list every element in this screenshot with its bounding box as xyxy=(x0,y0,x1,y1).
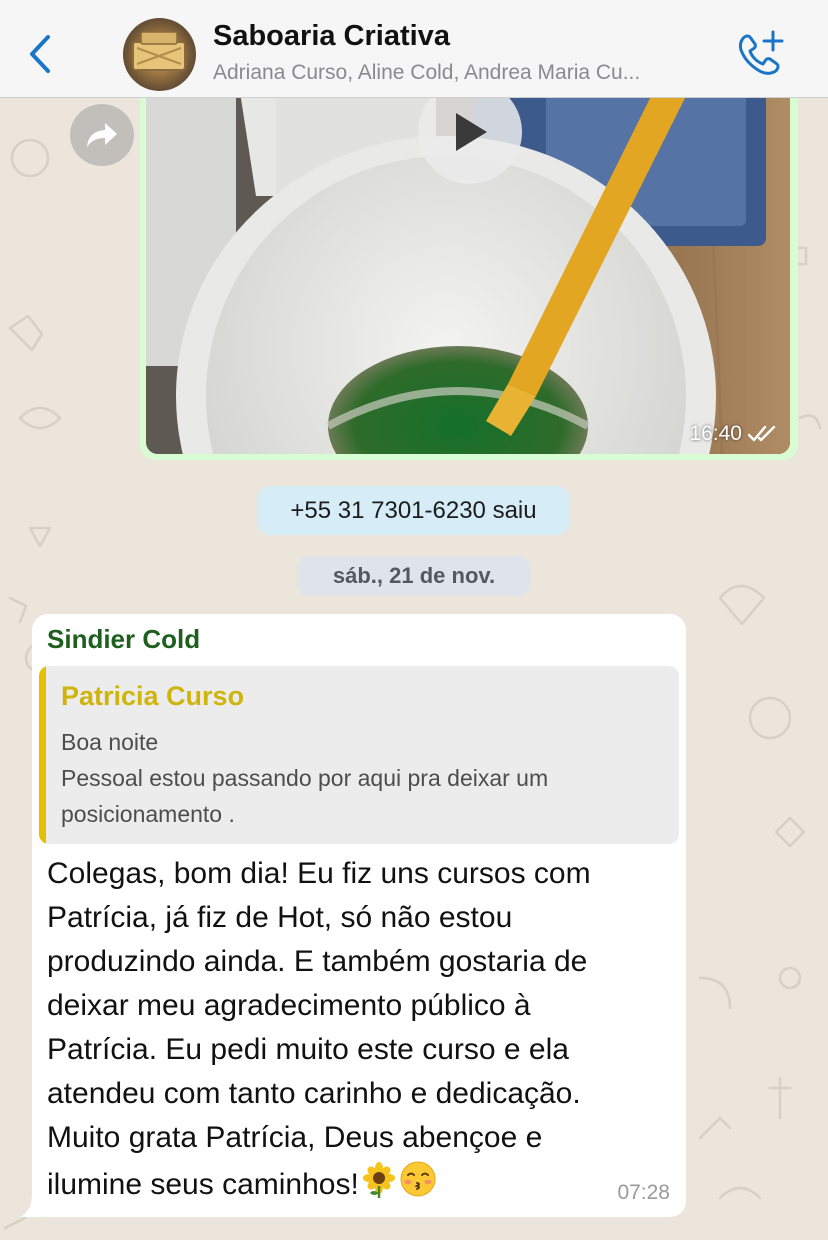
back-button[interactable] xyxy=(20,28,60,80)
message-body: Colegas, bom dia! Eu fiz uns cursos com … xyxy=(47,852,677,1211)
kissing-face-icon xyxy=(399,1160,437,1211)
message-line: Patrícia. Eu pedi muito este curso e ela xyxy=(47,1033,569,1066)
message-line: produzindo ainda. E também gostaria de xyxy=(47,945,588,978)
message-line: Colegas, bom dia! Eu fiz uns cursos com xyxy=(47,857,591,890)
message-line: ilumine seus caminhos! xyxy=(47,1168,359,1201)
message-timestamp: 07:28 xyxy=(617,1181,670,1204)
chevron-left-icon xyxy=(30,35,50,73)
quote-line: Boa noite xyxy=(61,729,159,755)
group-name[interactable]: Saboaria Criativa xyxy=(213,20,450,53)
forward-icon xyxy=(87,123,117,147)
forward-button[interactable] xyxy=(70,104,134,166)
bubble-tail xyxy=(20,1195,44,1217)
chat-header: Saboaria Criativa Adriana Curso, Aline C… xyxy=(0,0,828,98)
message-line: Muito grata Patrícia, Deus abençoe e xyxy=(47,1121,543,1154)
quote-author: Patricia Curso xyxy=(61,681,245,711)
quoted-message[interactable]: Patricia Curso Boa noite Pessoal estou p… xyxy=(39,666,679,844)
add-call-button[interactable] xyxy=(733,28,789,80)
double-check-icon xyxy=(748,425,776,442)
message-line: atendeu com tanto carinho e dedicação. xyxy=(47,1077,581,1110)
video-thumbnail[interactable]: 16:40 xyxy=(146,66,790,454)
play-icon xyxy=(456,113,487,151)
system-message: +55 31 7301-6230 saiu xyxy=(258,486,569,535)
phone-plus-icon xyxy=(738,30,784,75)
quote-line: posicionamento . xyxy=(61,801,235,827)
video-message[interactable]: 16:40 xyxy=(140,60,798,460)
video-timestamp: 16:40 xyxy=(689,422,778,446)
message-last-line: ilumine seus caminhos! xyxy=(47,1160,677,1211)
message-line: deixar meu agradecimento público à xyxy=(47,989,531,1022)
received-message[interactable]: Sindier Cold Patricia Curso Boa noite Pe… xyxy=(20,614,686,1217)
quote-text: Boa noite Pessoal estou passando por aqu… xyxy=(61,724,661,832)
quote-line: Pessoal estou passando por aqui pra deix… xyxy=(61,765,549,791)
soap-image-icon xyxy=(132,31,186,71)
sunflower-icon xyxy=(361,1162,397,1211)
sender-name[interactable]: Sindier Cold xyxy=(47,624,200,655)
message-line: Patrícia, já fiz de Hot, só não estou xyxy=(47,901,513,934)
group-avatar[interactable] xyxy=(123,18,196,91)
quote-bar xyxy=(39,666,46,844)
video-time-text: 16:40 xyxy=(689,422,742,445)
date-separator: sáb., 21 de nov. xyxy=(297,556,531,596)
group-members[interactable]: Adriana Curso, Aline Cold, Andrea Maria … xyxy=(213,61,723,85)
